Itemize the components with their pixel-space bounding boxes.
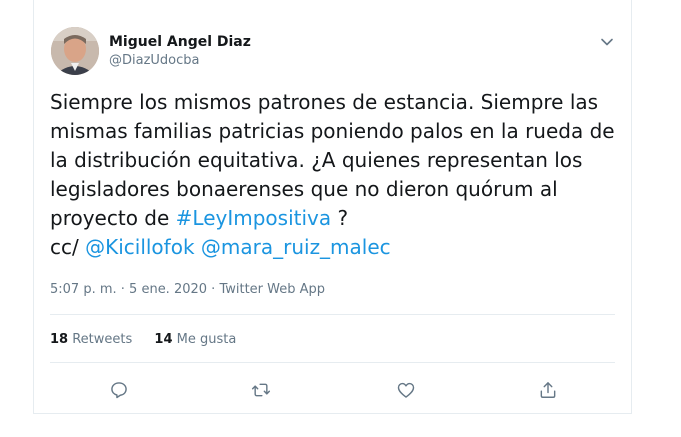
likes-label: Me gusta: [176, 332, 237, 347]
hashtag-link[interactable]: #LeyImpositiva: [176, 206, 331, 230]
share-icon: [540, 382, 556, 398]
mention-link-kicillofok[interactable]: @Kicillofok: [85, 235, 194, 259]
more-options-button[interactable]: [599, 34, 615, 50]
tweet-text-line: la distribución equitativa. ¿A quienes r…: [50, 148, 583, 172]
tweet-text-line: legisladores bonaerenses que no dieron q…: [50, 177, 558, 201]
avatar[interactable]: [51, 27, 99, 75]
divider: [50, 314, 615, 315]
retweets-count: 18: [50, 332, 69, 347]
share-button[interactable]: [533, 375, 563, 405]
retweet-button[interactable]: [246, 375, 276, 405]
tweet-metadata: 5:07 p. m. · 5 ene. 2020 · Twitter Web A…: [50, 282, 325, 297]
heart-icon: [397, 382, 415, 398]
cc-label: cc/: [50, 235, 86, 259]
tweet-date[interactable]: 5 ene. 2020: [129, 282, 207, 297]
retweets-stat[interactable]: 18 Retweets: [50, 332, 132, 347]
reply-icon: [111, 382, 127, 399]
separator: ·: [116, 282, 130, 297]
tweet-text-line: Siempre los mismos patrones de estancia.…: [50, 90, 599, 114]
tweet-time[interactable]: 5:07 p. m.: [50, 282, 117, 297]
reply-button[interactable]: [104, 375, 134, 405]
tweet-text-segment: proyecto de: [50, 206, 176, 230]
tweet-card: Miguel Angel Diaz @DiazUdocba Siempre lo…: [33, 0, 632, 414]
separator: ·: [207, 282, 220, 297]
tweet-text-segment: ?: [331, 206, 349, 230]
retweets-label: Retweets: [72, 332, 133, 347]
author-name[interactable]: Miguel Angel Diaz: [109, 34, 251, 50]
avatar-image: [51, 27, 99, 75]
tweet-actions: [34, 375, 631, 405]
retweet-icon: [251, 383, 271, 397]
likes-stat[interactable]: 14 Me gusta: [154, 332, 236, 347]
like-button[interactable]: [391, 375, 421, 405]
tweet-text-line: mismas familias patricias poniendo palos…: [50, 119, 615, 143]
author-handle[interactable]: @DiazUdocba: [109, 53, 200, 68]
tweet-source[interactable]: Twitter Web App: [219, 282, 325, 297]
tweet-text: Siempre los mismos patrones de estancia.…: [50, 88, 622, 262]
mention-link-mara-ruiz-malec[interactable]: @mara_ruiz_malec: [201, 235, 391, 259]
tweet-stats: 18 Retweets 14 Me gusta: [50, 332, 254, 347]
divider: [50, 362, 615, 363]
likes-count: 14: [154, 332, 173, 347]
chevron-down-icon: [601, 38, 613, 46]
